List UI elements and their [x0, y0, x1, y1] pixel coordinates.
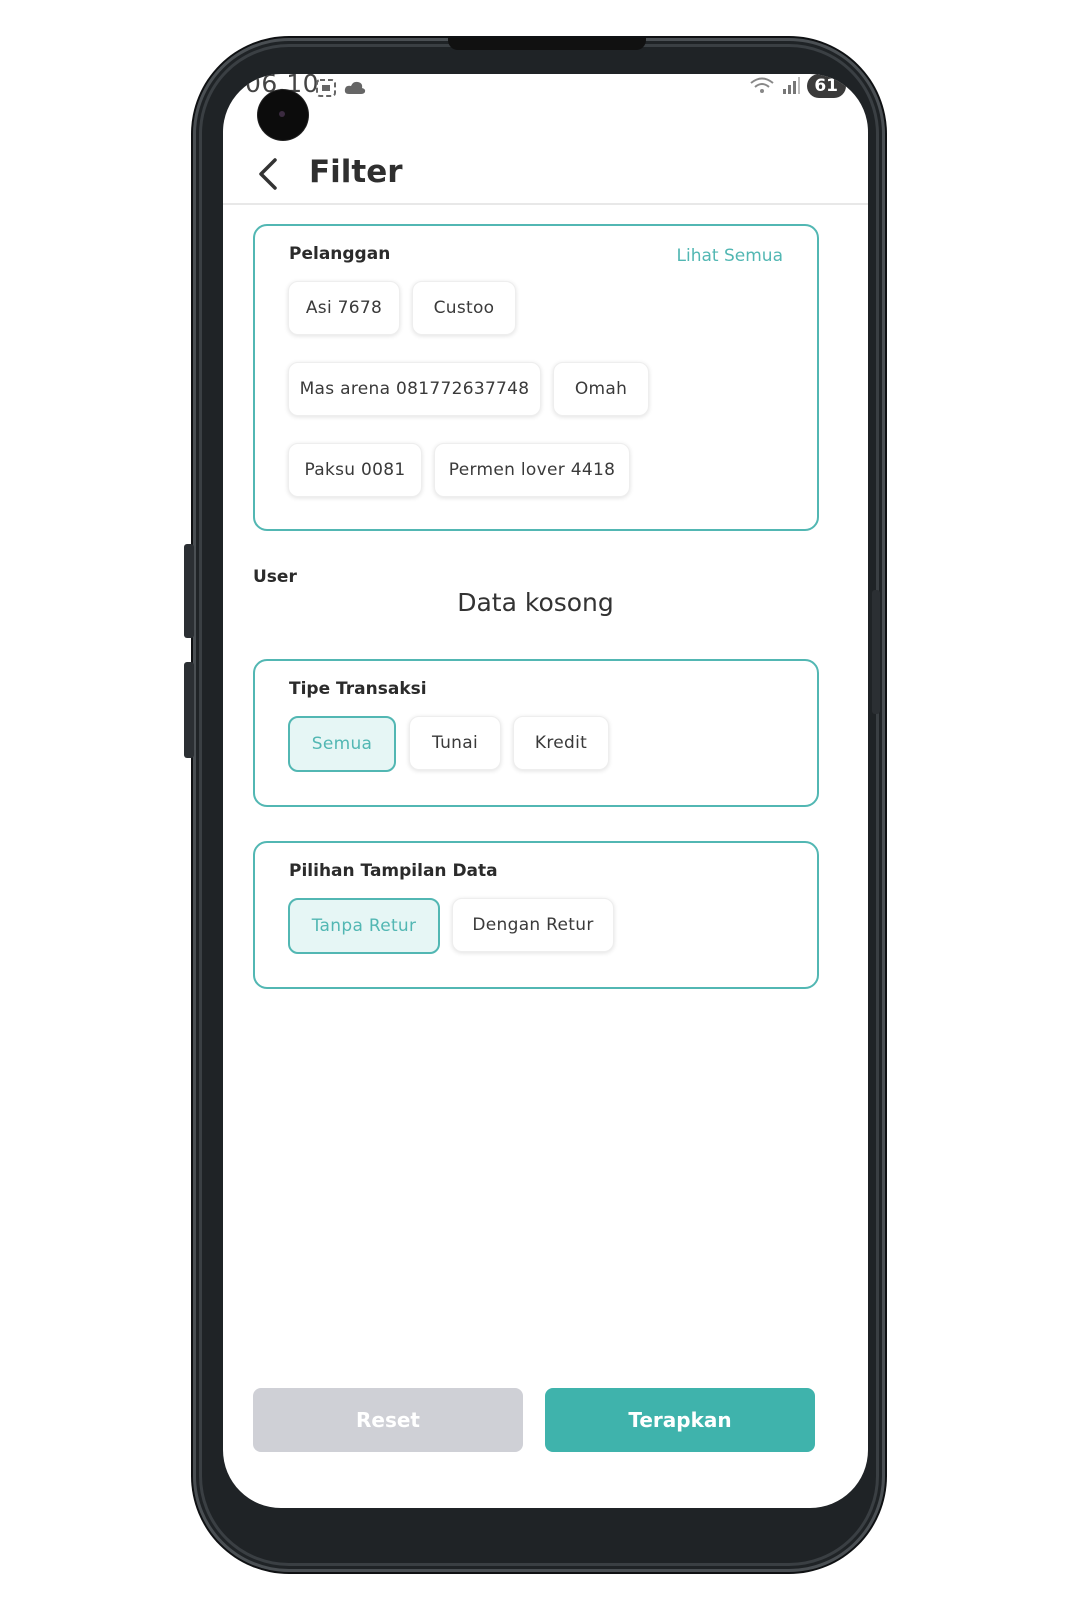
app-header: Filter: [223, 144, 868, 204]
battery-indicator: 61: [807, 74, 846, 98]
customer-chip[interactable]: Permen lover 4418: [434, 443, 630, 497]
front-camera: [258, 90, 308, 140]
option-semua[interactable]: Semua: [288, 716, 396, 772]
tipe-transaksi-card: Tipe Transaksi Semua Tunai Kredit: [253, 659, 819, 807]
customer-chip[interactable]: Omah: [553, 362, 649, 416]
back-arrow-icon[interactable]: [253, 154, 283, 194]
option-tunai[interactable]: Tunai: [409, 716, 501, 770]
pelanggan-title: Pelanggan: [289, 244, 391, 264]
see-all-link[interactable]: Lihat Semua: [677, 246, 783, 266]
user-empty-state: Data kosong: [457, 588, 614, 617]
app-screen: 06.10 61 Filter Pelanggan Lihat Semua As…: [223, 74, 868, 1508]
option-tanpa-retur[interactable]: Tanpa Retur: [288, 898, 440, 954]
power-button: [872, 590, 880, 714]
customer-chip[interactable]: Mas arena 081772637748: [288, 362, 541, 416]
customer-chip[interactable]: Custoo: [412, 281, 516, 335]
pilihan-tampilan-title: Pilihan Tampilan Data: [289, 861, 498, 881]
option-dengan-retur[interactable]: Dengan Retur: [452, 898, 614, 952]
reset-button[interactable]: Reset: [253, 1388, 523, 1452]
customer-chip[interactable]: Asi 7678: [288, 281, 400, 335]
status-right-icons: 61: [749, 74, 846, 98]
volume-up-button: [184, 544, 194, 638]
wifi-icon: [750, 77, 774, 93]
signal-icon: [783, 77, 801, 94]
header-divider: [223, 203, 868, 205]
apply-button[interactable]: Terapkan: [545, 1388, 815, 1452]
pelanggan-card: Pelanggan Lihat Semua Asi 7678 Custoo Ma…: [253, 224, 819, 531]
status-notification-icons: [315, 74, 367, 99]
customer-chip[interactable]: Paksu 0081: [288, 443, 422, 497]
user-label: User: [253, 567, 297, 587]
tipe-transaksi-title: Tipe Transaksi: [289, 679, 427, 699]
screenshot-icon: [316, 78, 336, 97]
speaker-notch: [448, 38, 646, 50]
status-bar: 06.10 61: [223, 74, 868, 114]
option-kredit[interactable]: Kredit: [513, 716, 609, 770]
volume-down-button: [184, 662, 194, 758]
cloud-icon: [345, 81, 366, 94]
pilihan-tampilan-card: Pilihan Tampilan Data Tanpa Retur Dengan…: [253, 841, 819, 989]
page-title: Filter: [309, 154, 403, 190]
